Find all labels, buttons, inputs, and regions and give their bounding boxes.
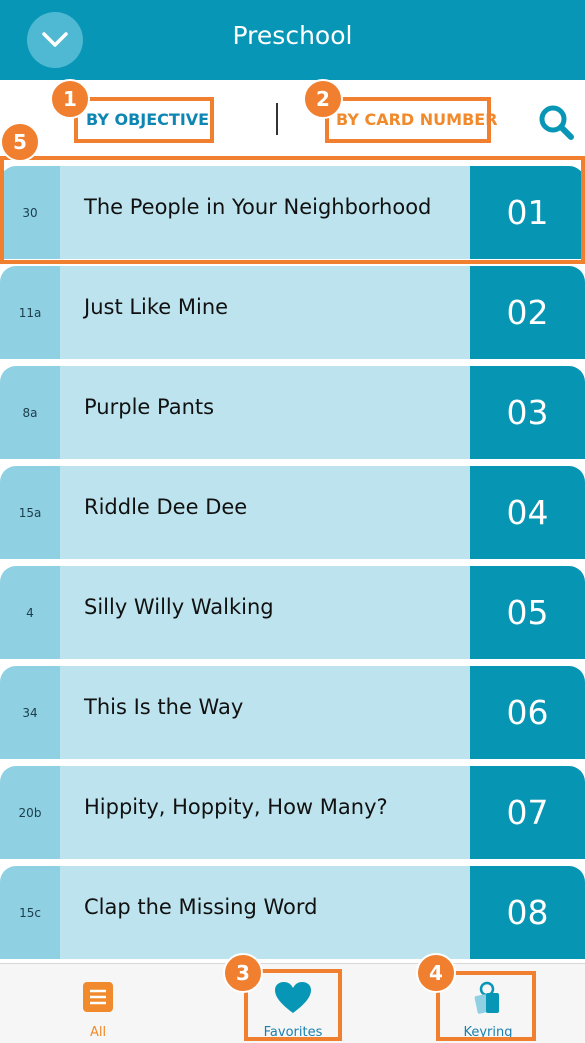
card-title-area: Just Like Mine bbox=[60, 266, 470, 359]
card-title: Hippity, Hoppity, How Many? bbox=[84, 795, 388, 819]
card-title-area: Clap the Missing Word bbox=[60, 866, 470, 959]
card-number: 06 bbox=[470, 666, 585, 759]
tab-all-label: All bbox=[89, 1025, 107, 1040]
sort-divider bbox=[276, 103, 278, 135]
annotation-badge-5: 5 bbox=[0, 122, 40, 162]
header-bar: Preschool bbox=[0, 0, 585, 80]
search-button[interactable] bbox=[536, 102, 576, 142]
annotation-box-2 bbox=[325, 97, 491, 143]
card-row[interactable]: 34 This Is the Way 06 bbox=[0, 666, 585, 759]
card-row[interactable]: 4 Silly Willy Walking 05 bbox=[0, 566, 585, 659]
card-row[interactable]: 15c Clap the Missing Word 08 bbox=[0, 866, 585, 959]
objective-code: 8a bbox=[0, 366, 60, 459]
card-number: 05 bbox=[470, 566, 585, 659]
card-number: 07 bbox=[470, 766, 585, 859]
card-row[interactable]: 15a Riddle Dee Dee 04 bbox=[0, 466, 585, 559]
card-title: Just Like Mine bbox=[84, 295, 229, 319]
card-row[interactable]: 11a Just Like Mine 02 bbox=[0, 266, 585, 359]
card-row[interactable]: 8a Purple Pants 03 bbox=[0, 366, 585, 459]
objective-code: 4 bbox=[0, 566, 60, 659]
annotation-badge-3: 3 bbox=[223, 953, 263, 993]
list-icon bbox=[83, 982, 113, 1012]
objective-code: 11a bbox=[0, 266, 60, 359]
card-title-area: Purple Pants bbox=[60, 366, 470, 459]
search-icon bbox=[539, 105, 574, 140]
tab-all[interactable]: All bbox=[38, 964, 158, 1043]
annotation-box-1 bbox=[74, 97, 214, 143]
annotation-badge-2: 2 bbox=[303, 79, 343, 119]
card-title: Silly Willy Walking bbox=[84, 595, 274, 619]
card-title: Riddle Dee Dee bbox=[84, 495, 248, 519]
card-row[interactable]: 20b Hippity, Hoppity, How Many? 07 bbox=[0, 766, 585, 859]
annotation-box-5 bbox=[0, 156, 585, 264]
objective-code: 15c bbox=[0, 866, 60, 959]
objective-code: 34 bbox=[0, 666, 60, 759]
card-title: Purple Pants bbox=[84, 395, 215, 419]
annotation-badge-4: 4 bbox=[416, 953, 456, 993]
card-title-area: Riddle Dee Dee bbox=[60, 466, 470, 559]
annotation-badge-1: 1 bbox=[50, 79, 90, 119]
card-number: 04 bbox=[470, 466, 585, 559]
objective-code: 15a bbox=[0, 466, 60, 559]
card-title-area: Silly Willy Walking bbox=[60, 566, 470, 659]
page-title: Preschool bbox=[232, 21, 353, 50]
card-title-area: Hippity, Hoppity, How Many? bbox=[60, 766, 470, 859]
card-number: 08 bbox=[470, 866, 585, 959]
card-title: Clap the Missing Word bbox=[84, 895, 318, 919]
card-title-area: This Is the Way bbox=[60, 666, 470, 759]
card-number: 02 bbox=[470, 266, 585, 359]
objective-code: 20b bbox=[0, 766, 60, 859]
card-number: 03 bbox=[470, 366, 585, 459]
card-title: This Is the Way bbox=[84, 695, 244, 719]
